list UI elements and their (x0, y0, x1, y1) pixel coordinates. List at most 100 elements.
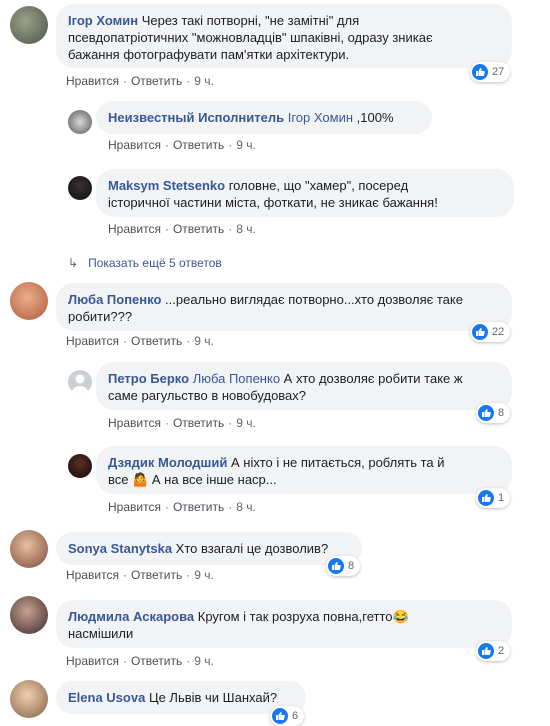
reaction-number: 27 (492, 66, 505, 78)
comment-bubble: Sonya Stanytska Хто взагалі це дозволив? (56, 532, 362, 565)
comment-text: історичної частини міста, фоткати, не зн… (108, 195, 438, 210)
comment-text: бажання фотографувати пам'ятки архітекту… (68, 47, 350, 62)
mention-tag[interactable]: Люба Попенко (193, 371, 280, 386)
like-icon (272, 708, 288, 724)
avatar[interactable] (68, 176, 92, 200)
comment-author[interactable]: Ігор Хомин (68, 13, 138, 28)
comment-text: Через такі потворні, "не замітні" для (141, 13, 360, 28)
timestamp[interactable]: 9 ч. (194, 334, 214, 348)
like-link[interactable]: Нравится (66, 568, 119, 582)
comment-bubble: Неизвестный Исполнитель Ігор Хомин ,100% (96, 101, 432, 134)
timestamp[interactable]: 9 ч. (194, 654, 214, 668)
reaction-count[interactable]: 1 (476, 488, 511, 508)
like-icon (478, 405, 494, 421)
comment-bubble: Людмила Аскарова Кругом і так розруха по… (56, 600, 512, 648)
like-link[interactable]: Нравится (108, 500, 161, 514)
comment-bubble: Дзядик Молодший А ніхто і не питається, … (96, 446, 512, 494)
show-more-replies[interactable]: ↳ Показать ещё 5 ответов (68, 256, 222, 270)
comment-text: Це Львів чи Шанхай? (148, 690, 278, 705)
comment-bubble: Люба Попенко ...реально виглядає потворн… (56, 283, 512, 331)
avatar[interactable] (68, 370, 92, 394)
reaction-count[interactable]: 8 (476, 403, 511, 423)
like-link[interactable]: Нравится (108, 416, 161, 430)
like-icon (328, 558, 344, 574)
reply-link[interactable]: Ответить (131, 654, 182, 668)
avatar[interactable] (10, 6, 48, 44)
timestamp[interactable]: 9 ч. (194, 74, 214, 88)
comment-author[interactable]: Elena Usova (68, 690, 145, 705)
like-link[interactable]: Нравится (108, 138, 161, 152)
like-link[interactable]: Нравится (108, 222, 161, 236)
comment-text: ...реально виглядає потворно...хто дозво… (165, 292, 463, 307)
comment-text: А хто дозволяє робити таке ж (283, 371, 463, 386)
reply-link[interactable]: Ответить (131, 334, 182, 348)
timestamp[interactable]: 8 ч. (236, 500, 256, 514)
reply-link[interactable]: Ответить (131, 568, 182, 582)
comment-author[interactable]: Петро Берко (108, 371, 189, 386)
comment-bubble: Петро Берко Люба Попенко А хто дозволяє … (96, 362, 512, 410)
comment-author[interactable]: Люба Попенко (68, 292, 161, 307)
reaction-number: 6 (292, 710, 299, 722)
like-link[interactable]: Нравится (66, 654, 119, 668)
comment-text: робити??? (68, 309, 133, 324)
avatar[interactable] (10, 282, 48, 320)
timestamp[interactable]: 9 ч. (236, 138, 256, 152)
reaction-count[interactable]: 2 (476, 641, 511, 661)
comment-bubble: Ігор Хомин Через такі потворні, "не замі… (56, 4, 512, 68)
reply-link[interactable]: Ответить (173, 222, 224, 236)
like-icon (478, 643, 494, 659)
reaction-count[interactable]: 22 (470, 322, 511, 342)
reaction-number: 1 (498, 492, 505, 504)
comment-author[interactable]: Неизвестный Исполнитель (108, 110, 284, 125)
reply-link[interactable]: Ответить (173, 500, 224, 514)
avatar[interactable] (68, 454, 92, 478)
timestamp[interactable]: 8 ч. (236, 222, 256, 236)
reaction-count[interactable]: 8 (326, 556, 361, 576)
comment-actions: Нравится · Ответить · 8 ч. (108, 500, 256, 514)
like-icon (472, 64, 488, 80)
reaction-number: 8 (348, 560, 355, 572)
comment-text: Хто взагалі це дозволив? (175, 541, 329, 556)
reaction-number: 8 (498, 407, 505, 419)
comment-text: Кругом і так розруха повна,гетто😂 (197, 609, 409, 624)
comment-text: все 🤷 А на все інше наср... (108, 472, 277, 487)
comment-text: псевдопатріотичних "можновладців" шпаків… (68, 30, 433, 45)
comment-text: головне, що "хамер", посеред (228, 178, 409, 193)
comment-text: саме рагульство в новобудовах? (108, 388, 307, 403)
comment-actions: Нравится · Ответить · 9 ч. (66, 74, 214, 88)
reaction-count[interactable]: 6 (270, 706, 305, 726)
reaction-number: 2 (498, 645, 505, 657)
comment-actions: Нравится · Ответить · 9 ч. (108, 138, 256, 152)
mention-tag[interactable]: Ігор Хомин (288, 110, 353, 125)
avatar[interactable] (68, 110, 92, 134)
comment-bubble: Elena Usova Це Львів чи Шанхай? (56, 681, 306, 714)
like-icon (472, 324, 488, 340)
avatar[interactable] (10, 530, 48, 568)
comment-actions: Нравится · Ответить · 9 ч. (66, 654, 214, 668)
timestamp[interactable]: 9 ч. (236, 416, 256, 430)
default-user-icon (71, 374, 89, 394)
comment-text: насмішили (68, 626, 134, 641)
comment-bubble: Maksym Stetsenko головне, що "хамер", по… (96, 169, 514, 217)
avatar[interactable] (10, 680, 48, 718)
reaction-number: 22 (492, 326, 505, 338)
comment-author[interactable]: Дзядик Молодший (108, 455, 227, 470)
comment-author[interactable]: Людмила Аскарова (68, 609, 194, 624)
timestamp[interactable]: 9 ч. (194, 568, 214, 582)
comment-actions: Нравится · Ответить · 9 ч. (66, 334, 214, 348)
like-icon (478, 490, 494, 506)
reply-link[interactable]: Ответить (173, 138, 224, 152)
comment-actions: Нравится · Ответить · 9 ч. (108, 416, 256, 430)
like-link[interactable]: Нравится (66, 74, 119, 88)
reply-arrow-icon: ↳ (68, 256, 79, 270)
comment-actions: Нравится · Ответить · 8 ч. (108, 222, 256, 236)
avatar[interactable] (10, 596, 48, 634)
reaction-count[interactable]: 27 (470, 62, 511, 82)
reply-link[interactable]: Ответить (173, 416, 224, 430)
comment-actions: Нравится · Ответить · 9 ч. (66, 568, 214, 582)
like-link[interactable]: Нравится (66, 334, 119, 348)
comment-author[interactable]: Maksym Stetsenko (108, 178, 225, 193)
comment-author[interactable]: Sonya Stanytska (68, 541, 172, 556)
comment-text: А ніхто і не питається, роблять та й (231, 455, 445, 470)
reply-link[interactable]: Ответить (131, 74, 182, 88)
